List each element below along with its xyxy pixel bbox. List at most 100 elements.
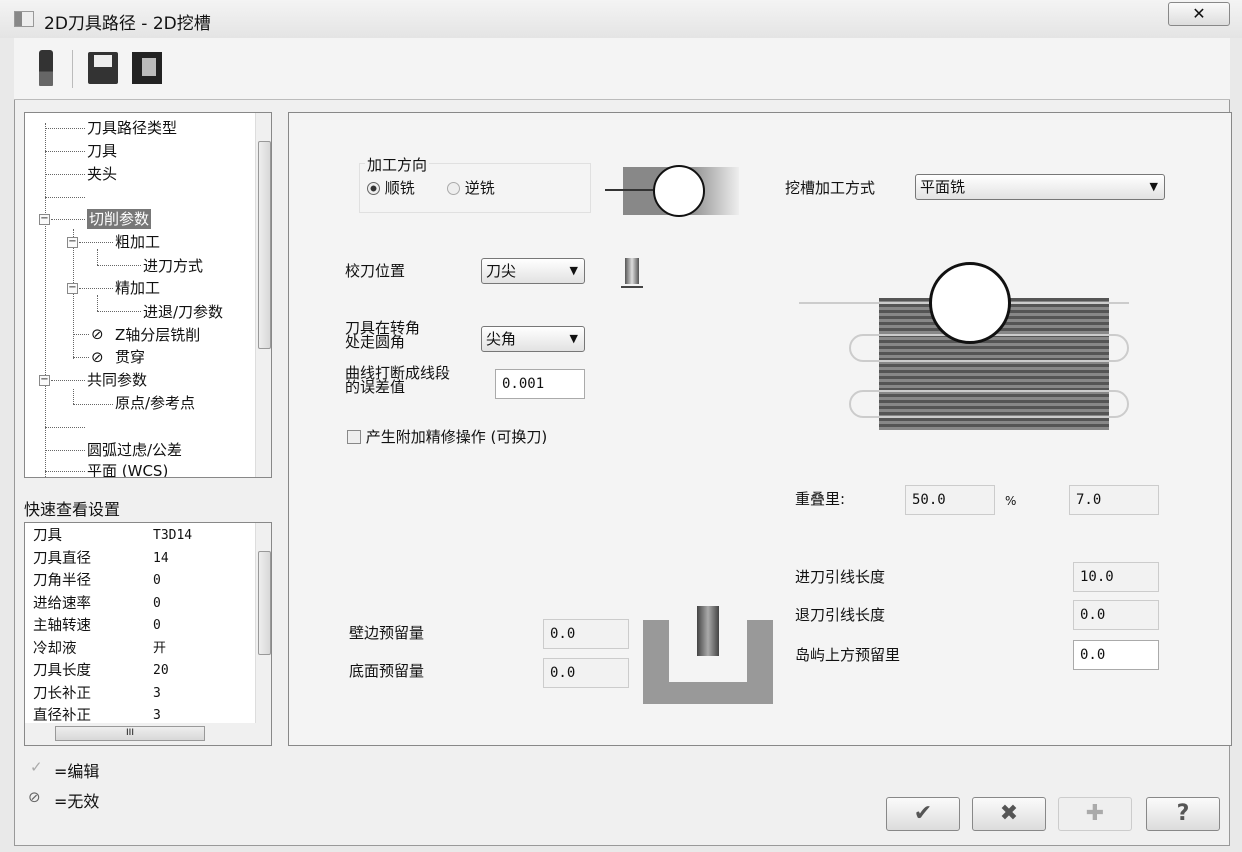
quick-view-key: 刀具长度	[33, 663, 91, 679]
quick-view-row: 刀具 T3D14	[33, 526, 192, 546]
tree-item-tool[interactable]: 刀具	[87, 141, 117, 161]
quick-view-title: 快速查看设置	[24, 500, 121, 519]
tree-item-holder[interactable]: 夹头	[87, 164, 117, 184]
tolerance-label: 曲线打断成线段 的误差值	[345, 364, 451, 396]
stock-to-leave-illustration	[643, 606, 773, 704]
tip-position-select[interactable]: 刀尖 ▼	[481, 258, 585, 284]
exit-length-label: 退刀引线长度	[795, 606, 886, 624]
quick-view-value: 开	[153, 640, 167, 656]
close-button[interactable]: ✕	[1168, 2, 1230, 26]
help-button[interactable]: ?	[1146, 797, 1220, 831]
tree-item-planes[interactable]: 平面 (WCS)	[87, 461, 168, 477]
overlap-percent-input[interactable]: 50.0	[905, 485, 995, 515]
tree-item-roughing[interactable]: 粗加工	[115, 232, 160, 252]
direction-label: 加工方向	[365, 156, 430, 174]
tree-item-lead-in-out[interactable]: 进退/刀参数	[143, 302, 223, 322]
save-as-icon[interactable]	[132, 52, 162, 84]
exit-length-input[interactable]: 0.0	[1073, 600, 1159, 630]
climb-label: 顺铣	[384, 179, 415, 197]
pocket-method-select[interactable]: 平面铣 ▼	[915, 174, 1165, 200]
quick-view-key: 刀角半径	[33, 573, 91, 589]
entry-length-label: 进刀引线长度	[795, 568, 886, 586]
floor-stock-input[interactable]: 0.0	[543, 658, 629, 688]
toolbar	[14, 38, 1230, 100]
quick-view-row: 进给速率 0	[33, 594, 161, 614]
tree-item-entry[interactable]: 进刀方式	[143, 256, 203, 276]
climb-radio[interactable]: 顺铣	[367, 180, 415, 196]
collapse-icon[interactable]: −	[67, 283, 78, 294]
corner-select[interactable]: 尖角 ▼	[481, 326, 585, 352]
scroll-thumb[interactable]	[258, 551, 271, 655]
tolerance-input[interactable]: 0.001	[495, 369, 585, 399]
climb-milling-illustration	[605, 165, 739, 217]
tool-holder-icon[interactable]	[39, 50, 53, 86]
quick-view-key: 冷却液	[33, 640, 77, 657]
quick-view-key: 刀具	[33, 528, 62, 544]
tree-item-cut-params[interactable]: 切削参数	[87, 209, 152, 229]
overlap-unit: %	[1005, 494, 1017, 508]
pocket-toolpath-illustration	[799, 258, 1139, 458]
extra-finish-label: 产生附加精修操作 (可换刀)	[365, 428, 548, 446]
tree-item-break-through[interactable]: 贯穿	[115, 347, 145, 367]
tip-position-label: 校刀位置	[345, 262, 406, 280]
cancel-button[interactable]: ✖	[972, 797, 1046, 831]
disabled-icon: ⊘	[91, 348, 104, 366]
tool-tip-icon	[621, 258, 643, 288]
island-stock-input[interactable]: 0.0	[1073, 640, 1159, 670]
entry-length-input[interactable]: 10.0	[1073, 562, 1159, 592]
tree-scrollbar[interactable]	[255, 113, 271, 477]
tree-item-home[interactable]: 原点/参考点	[115, 393, 195, 413]
overlap-label: 重叠里:	[795, 490, 846, 508]
invalid-legend-icon: ⊘	[28, 788, 41, 806]
island-stock-label: 岛屿上方预留里	[795, 646, 901, 664]
conventional-label: 逆铣	[464, 179, 495, 197]
quick-view-value: 0	[153, 595, 161, 611]
quick-view-hscroll[interactable]: III	[25, 723, 271, 745]
save-icon[interactable]	[88, 52, 118, 84]
invalid-legend: =无效	[54, 792, 100, 811]
corner-value: 尖角	[486, 330, 517, 348]
toolbar-separator	[72, 50, 73, 88]
collapse-icon[interactable]: −	[67, 237, 78, 248]
quick-view-key: 主轴转速	[33, 618, 91, 634]
window-title: 2D刀具路径 - 2D挖槽	[44, 14, 211, 34]
quick-view-value: 20	[153, 663, 169, 678]
floor-stock-label: 底面预留量	[349, 662, 425, 680]
quick-view-value: 3	[153, 685, 161, 701]
tree-item-finishing[interactable]: 精加工	[115, 278, 160, 298]
quick-view-row: 刀具直径 14	[33, 549, 169, 569]
edit-legend-icon: ✓	[30, 758, 43, 776]
quick-view-key: 直径补正	[33, 708, 91, 724]
edit-legend: =编辑	[54, 762, 100, 781]
overlap-value-input[interactable]: 7.0	[1069, 485, 1159, 515]
disabled-icon: ⊘	[91, 325, 104, 343]
wall-stock-label: 壁边预留量	[349, 624, 425, 642]
quick-view-row: 冷却液 开	[33, 639, 166, 659]
extra-finish-checkbox[interactable]: 产生附加精修操作 (可换刀)	[347, 429, 547, 445]
quick-view-key: 刀具直径	[33, 550, 91, 567]
cut-params-panel: 加工方向 顺铣 逆铣 挖槽加工方式 平面铣 ▼ 校刀位置 刀尖 ▼ 刀具在转角 处走圆…	[288, 112, 1232, 746]
pocket-method-label: 挖槽加工方式	[785, 179, 876, 197]
hscroll-thumb[interactable]: III	[55, 726, 205, 741]
collapse-icon[interactable]: −	[39, 375, 50, 386]
quick-view-value: T3D14	[153, 528, 193, 543]
quick-view-key: 刀长补正	[33, 685, 91, 702]
tree-item-toolpath-type[interactable]: 刀具路径类型	[87, 118, 177, 138]
quick-view-value: 0	[153, 573, 161, 588]
quick-view-list: 刀具 T3D14 刀具直径 14 刀角半径 0 进给速率 0 主轴转速 0 冷却液 开刀具长度 20 刀长…	[24, 522, 272, 746]
collapse-icon[interactable]: −	[39, 214, 50, 225]
scroll-thumb[interactable]	[258, 141, 271, 349]
corner-label: 刀具在转角 处走圆角	[345, 319, 421, 351]
pocket-method-value: 平面铣	[920, 178, 966, 196]
tip-position-value: 刀尖	[486, 262, 517, 280]
conventional-radio[interactable]: 逆铣	[447, 180, 495, 196]
quick-view-vscroll[interactable]	[255, 523, 271, 723]
ok-button[interactable]: ✔	[886, 797, 960, 831]
tree-item-arc-filter[interactable]: 圆弧过虑/公差	[87, 440, 182, 460]
tree-item-depth-cuts[interactable]: Z轴分层铣削	[115, 325, 200, 345]
add-button[interactable]: ✚	[1058, 797, 1132, 831]
wall-stock-input[interactable]: 0.0	[543, 619, 629, 649]
tree-item-linking[interactable]: 共同参数	[87, 370, 147, 390]
app-icon	[14, 11, 34, 27]
parameter-tree: 刀具路径类型 刀具 夹头 − 切削参数 − 粗加工 进刀方式 − 精加工 进退/刀参数…	[24, 112, 272, 478]
